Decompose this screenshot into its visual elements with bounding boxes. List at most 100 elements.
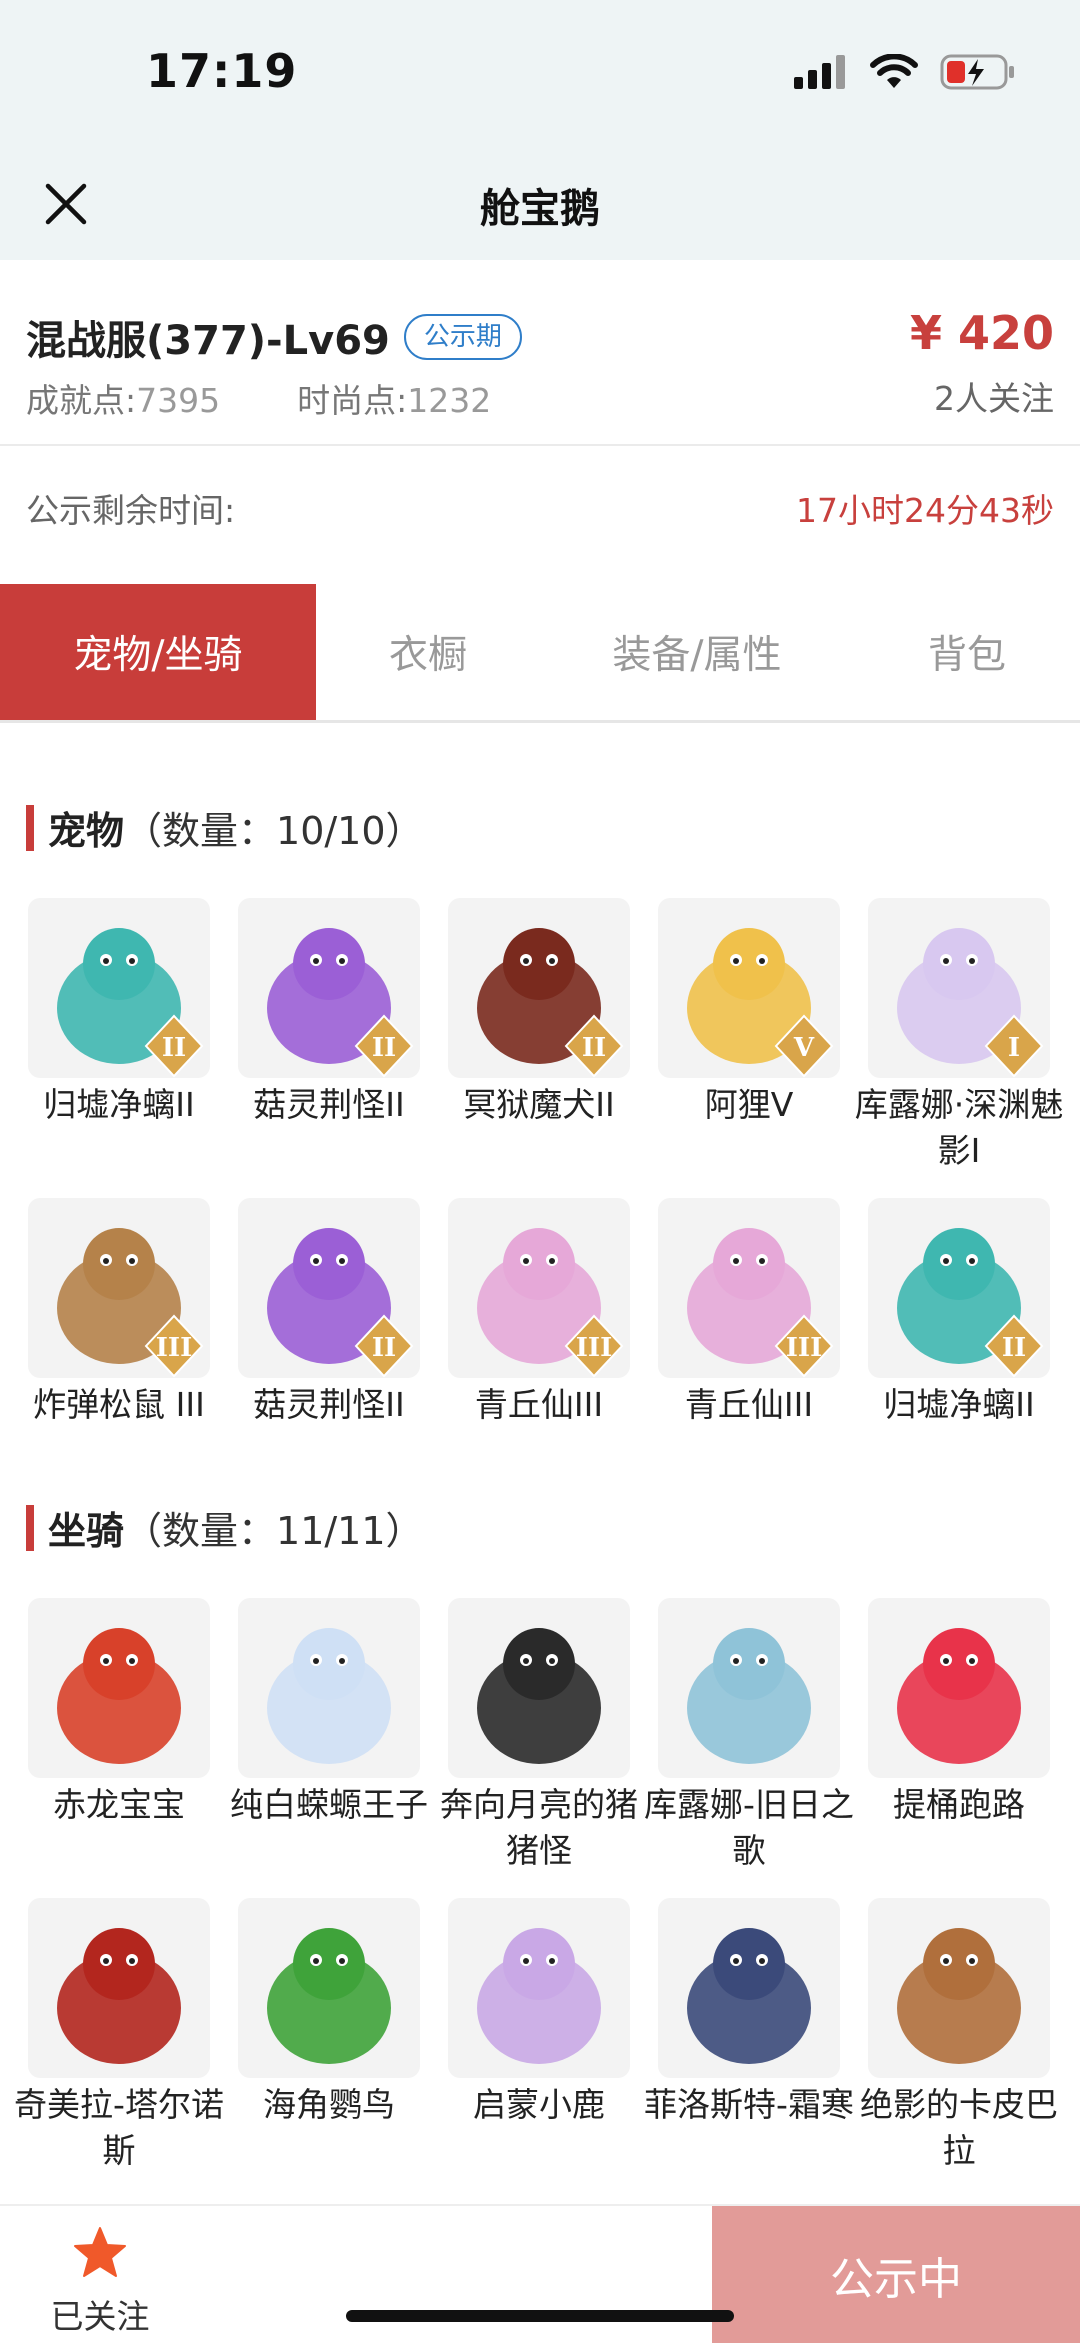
page-title: 舱宝鹅 xyxy=(480,186,600,232)
svg-text:III: III xyxy=(576,1333,613,1363)
svg-text:V: V xyxy=(793,1033,815,1063)
pet-name: 菇灵荆怪II xyxy=(253,1085,405,1124)
status-badge: 公示期 xyxy=(403,314,522,360)
svg-text:III: III xyxy=(156,1333,193,1363)
svg-text:I: I xyxy=(1008,1033,1020,1063)
battery-icon xyxy=(940,54,1014,90)
pet-item[interactable]: II 归墟净螭II xyxy=(868,1198,1050,1428)
mount-item[interactable]: 纯白蝾螈王子 xyxy=(230,1598,428,1828)
follow-label: 已关注 xyxy=(50,2297,150,2336)
status-time: 17:19 xyxy=(146,44,298,98)
mount-name: 海角鹦鸟 xyxy=(263,2085,395,2124)
mount-item[interactable]: 菲洛斯特-霜寒 xyxy=(644,1898,854,2128)
parrot-icon xyxy=(238,1898,420,2078)
tab-equipment[interactable]: 装备/属性 xyxy=(540,584,854,720)
siren-icon: I xyxy=(868,898,1050,1078)
mounts-section-title: 坐骑 （数量：11/11） xyxy=(26,1500,424,1555)
mounts-count: （数量：11/11） xyxy=(124,1509,424,1553)
pet-item[interactable]: V 阿狸V xyxy=(658,898,840,1128)
pets-grid: II 归墟净螭II II 菇灵荆怪II II 冥狱魔犬II V 阿狸V I 库露… xyxy=(28,898,1063,1424)
hellhound-icon: II xyxy=(448,898,630,1078)
follow-button[interactable]: 已关注 xyxy=(0,2206,200,2343)
pet-name: 青丘仙III xyxy=(474,1385,604,1424)
mushroom-spirit-icon: II xyxy=(238,898,420,1078)
mount-item[interactable]: 赤龙宝宝 xyxy=(28,1598,210,1828)
fox-fairy-icon: III xyxy=(658,1198,840,1378)
pet-item[interactable]: II 菇灵荆怪II xyxy=(238,1198,420,1428)
mount-item[interactable]: 奇美拉-塔尔诺斯 xyxy=(14,1898,224,2174)
pet-name: 炸弹松鼠 III xyxy=(33,1385,205,1424)
pets-section-title: 宠物 （数量：10/10） xyxy=(26,800,424,855)
status-icons xyxy=(794,52,1016,92)
deer-icon xyxy=(448,1898,630,2078)
signal-icon xyxy=(794,55,845,89)
mounts-title: 坐骑 xyxy=(48,1509,125,1553)
pet-name: 归墟净螭II xyxy=(43,1085,195,1124)
mount-name: 奔向月亮的猪猪怪 xyxy=(440,1785,638,1870)
chimera-icon xyxy=(28,1898,210,2078)
svg-text:II: II xyxy=(372,1333,396,1363)
pet-name: 归墟净螭II xyxy=(883,1385,1035,1424)
pets-title: 宠物 xyxy=(48,809,125,853)
pet-name: 菇灵荆怪II xyxy=(253,1385,405,1424)
pet-name: 库露娜·深渊魅影I xyxy=(854,1085,1064,1170)
dragon-icon: II xyxy=(28,898,210,1078)
bottom-bar: 已关注 公示中 xyxy=(0,2204,1080,2343)
publicity-status-button[interactable]: 公示中 xyxy=(712,2206,1080,2343)
price: ¥ 420 xyxy=(909,306,1054,360)
tab-pets-mounts[interactable]: 宠物/坐骑 xyxy=(0,584,316,720)
pet-item[interactable]: I 库露娜·深渊魅影I xyxy=(855,898,1063,1174)
svg-text:II: II xyxy=(372,1033,396,1063)
siren-icon xyxy=(658,1598,840,1778)
countdown-value: 17小时24分43秒 xyxy=(796,491,1054,530)
pet-name: 冥狱魔犬II xyxy=(463,1085,615,1124)
frost-knight-icon xyxy=(658,1898,840,2078)
followers-count: 2人关注 xyxy=(934,379,1054,418)
mount-name: 奇美拉-塔尔诺斯 xyxy=(14,2085,224,2170)
pet-item[interactable]: II 菇灵荆怪II xyxy=(238,898,420,1128)
fashion-value: 1232 xyxy=(407,381,492,420)
mount-name: 纯白蝾螈王子 xyxy=(230,1785,428,1824)
pet-name: 阿狸V xyxy=(704,1085,794,1124)
mount-item[interactable]: 库露娜-旧日之歌 xyxy=(644,1598,854,1874)
pet-item[interactable]: III 青丘仙III xyxy=(658,1198,840,1428)
home-indicator xyxy=(346,2310,734,2322)
stats-line: 成就点:7395 时尚点:1232 xyxy=(26,374,491,422)
mount-name: 赤龙宝宝 xyxy=(53,1785,185,1824)
countdown-label: 公示剩余时间: xyxy=(26,491,236,530)
server-level: 混战服(377)-Lv69 xyxy=(26,318,390,364)
fox-fairy-icon: III xyxy=(448,1198,630,1378)
achievement-value: 7395 xyxy=(136,381,221,420)
tab-wardrobe[interactable]: 衣橱 xyxy=(316,584,540,720)
dragon-icon: II xyxy=(868,1198,1050,1378)
tab-backpack[interactable]: 背包 xyxy=(854,584,1080,720)
bucket-icon xyxy=(868,1598,1050,1778)
mount-item[interactable]: 绝影的卡皮巴拉 xyxy=(860,1898,1058,2174)
squirrel-icon: III xyxy=(28,1198,210,1378)
mushroom-spirit-icon: II xyxy=(238,1198,420,1378)
pet-item[interactable]: II 冥狱魔犬II xyxy=(448,898,630,1128)
mount-item[interactable]: 海角鹦鸟 xyxy=(238,1898,420,2128)
divider xyxy=(0,444,1080,446)
tab-bar: 宠物/坐骑 衣橱 装备/属性 背包 xyxy=(0,584,1080,723)
mount-item[interactable]: 启蒙小鹿 xyxy=(448,1898,630,2128)
pet-name: 青丘仙III xyxy=(684,1385,814,1424)
pets-count: （数量：10/10） xyxy=(124,809,424,853)
star-icon xyxy=(74,2227,126,2277)
axolotl-icon xyxy=(238,1598,420,1778)
red-dragon-icon xyxy=(28,1598,210,1778)
mount-name: 绝影的卡皮巴拉 xyxy=(860,2085,1058,2170)
pet-item[interactable]: II 归墟净螭II xyxy=(28,898,210,1128)
mounts-grid: 赤龙宝宝 纯白蝾螈王子 奔向月亮的猪猪怪 库露娜-旧日之歌 提桶跑路 奇美拉-塔… xyxy=(14,1598,1058,2198)
status-bar: 17:19 xyxy=(0,0,1080,150)
listing-title-row: 混战服(377)-Lv69 公示期 xyxy=(26,308,522,366)
mount-item[interactable]: 提桶跑路 xyxy=(868,1598,1050,1828)
achievement-label: 成就点: xyxy=(26,381,137,420)
pet-item[interactable]: III 炸弹松鼠 III xyxy=(28,1198,210,1428)
mount-item[interactable]: 奔向月亮的猪猪怪 xyxy=(440,1598,638,1874)
svg-text:II: II xyxy=(162,1033,186,1063)
mount-name: 启蒙小鹿 xyxy=(473,2085,605,2124)
svg-text:II: II xyxy=(1002,1333,1026,1363)
capybara-icon xyxy=(868,1898,1050,2078)
pet-item[interactable]: III 青丘仙III xyxy=(448,1198,630,1428)
